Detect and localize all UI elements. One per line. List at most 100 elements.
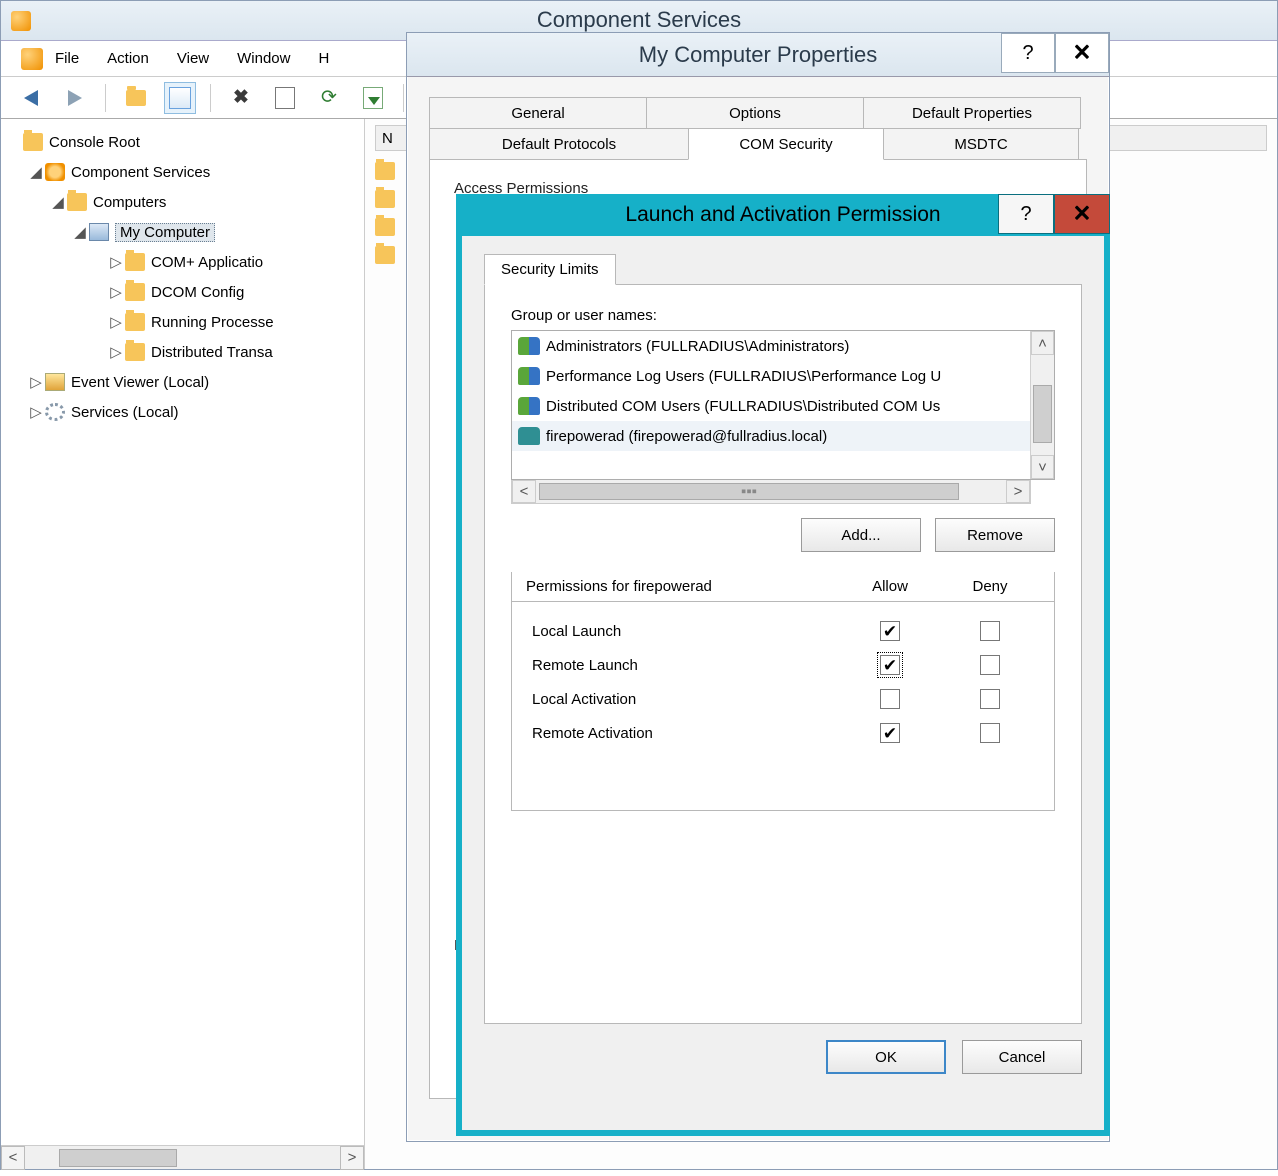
folder-icon — [125, 283, 145, 301]
group-icon — [518, 367, 540, 385]
permission-row: Remote Launch✔ — [526, 648, 1040, 682]
tree-node-services[interactable]: ▷Services (Local) — [7, 397, 358, 427]
scroll-right-button[interactable]: > — [1006, 480, 1030, 503]
scroll-up-button[interactable]: ˄ — [1031, 331, 1054, 355]
scroll-thumb[interactable] — [59, 1149, 177, 1167]
allow-column-header: Allow — [840, 578, 940, 595]
close-button[interactable]: 🗙 — [1055, 33, 1109, 73]
perm-titlebar[interactable]: Launch and Activation Permission ? 🗙 — [456, 194, 1110, 236]
toolbar-separator — [105, 84, 106, 112]
group-icon — [518, 397, 540, 415]
group-icon — [518, 337, 540, 355]
permission-name: Remote Activation — [526, 725, 840, 742]
deny-checkbox[interactable] — [980, 689, 1000, 709]
folder-icon — [125, 253, 145, 271]
deny-checkbox[interactable] — [980, 723, 1000, 743]
folder-icon — [67, 193, 87, 211]
app-icon-small — [21, 48, 43, 70]
allow-checkbox[interactable]: ✔ — [880, 621, 900, 641]
list-item-performance-log-users[interactable]: Performance Log Users (FULLRADIUS\Perfor… — [512, 361, 1030, 391]
tab-default-properties[interactable]: Default Properties — [863, 97, 1081, 129]
component-services-icon — [45, 163, 65, 181]
user-icon — [518, 427, 540, 445]
menu-file[interactable]: File — [55, 50, 79, 67]
ok-button[interactable]: OK — [826, 1040, 946, 1074]
props-titlebar[interactable]: My Computer Properties ? 🗙 — [407, 33, 1109, 77]
tree-node-dcom-config[interactable]: ▷DCOM Config — [7, 277, 358, 307]
tree-node-distributed-transactions[interactable]: ▷Distributed Transa — [7, 337, 358, 367]
toolbar-separator — [210, 84, 211, 112]
scroll-left-button[interactable]: < — [512, 480, 536, 503]
add-button[interactable]: Add... — [801, 518, 921, 552]
allow-checkbox[interactable]: ✔ — [880, 655, 900, 675]
gear-icon — [45, 403, 65, 421]
delete-button[interactable] — [225, 82, 257, 114]
tree-view-button[interactable] — [164, 82, 196, 114]
tab-security-limits[interactable]: Security Limits — [484, 254, 616, 285]
computer-icon — [89, 223, 109, 241]
toolbar-separator — [403, 84, 404, 112]
menu-help[interactable]: H — [318, 50, 329, 67]
scroll-right-button[interactable]: > — [340, 1146, 364, 1170]
allow-checkbox[interactable]: ✔ — [880, 723, 900, 743]
menu-window[interactable]: Window — [237, 50, 290, 67]
deny-checkbox[interactable] — [980, 621, 1000, 641]
folder-icon — [375, 190, 395, 208]
tab-options[interactable]: Options — [646, 97, 864, 129]
list-item-distributed-com-users[interactable]: Distributed COM Users (FULLRADIUS\Distri… — [512, 391, 1030, 421]
tree-node-console-root[interactable]: Console Root — [7, 127, 358, 157]
scroll-thumb[interactable]: ▪▪▪ — [539, 483, 959, 500]
scroll-left-button[interactable]: < — [1, 1146, 25, 1170]
export-button[interactable] — [357, 82, 389, 114]
permission-name: Local Activation — [526, 691, 840, 708]
allow-checkbox[interactable] — [880, 689, 900, 709]
tab-msdtc[interactable]: MSDTC — [883, 128, 1079, 160]
list-horizontal-scrollbar[interactable]: < ▪▪▪ > — [511, 480, 1031, 504]
folder-up-icon — [126, 90, 146, 106]
menu-view[interactable]: View — [177, 50, 209, 67]
up-folder-button[interactable] — [120, 82, 152, 114]
scroll-thumb[interactable] — [1033, 385, 1052, 443]
tree-pane[interactable]: Console Root ◢Component Services ◢Comput… — [1, 119, 365, 1169]
refresh-button[interactable] — [313, 82, 345, 114]
group-user-names-label: Group or user names: — [511, 307, 1055, 324]
tree-node-event-viewer[interactable]: ▷Event Viewer (Local) — [7, 367, 358, 397]
props-title: My Computer Properties — [639, 42, 877, 68]
folder-icon — [375, 246, 395, 264]
cancel-button[interactable]: Cancel — [962, 1040, 1082, 1074]
app-icon — [11, 11, 31, 31]
tree-node-component-services[interactable]: ◢Component Services — [7, 157, 358, 187]
folder-icon — [375, 162, 395, 180]
permission-row: Local Activation — [526, 682, 1040, 716]
close-button[interactable]: 🗙 — [1054, 194, 1110, 234]
tree-node-computers[interactable]: ◢Computers — [7, 187, 358, 217]
list-item-administrators[interactable]: Administrators (FULLRADIUS\Administrator… — [512, 331, 1030, 361]
menu-action[interactable]: Action — [107, 50, 149, 67]
scroll-down-button[interactable]: ˅ — [1031, 455, 1054, 479]
back-button[interactable] — [15, 82, 47, 114]
permissions-table: Permissions for firepowerad Allow Deny L… — [511, 572, 1055, 811]
properties-button[interactable] — [269, 82, 301, 114]
deny-checkbox[interactable] — [980, 655, 1000, 675]
forward-button[interactable] — [59, 82, 91, 114]
tree-node-com-applications[interactable]: ▷COM+ Applicatio — [7, 247, 358, 277]
tab-default-protocols[interactable]: Default Protocols — [429, 128, 689, 160]
tab-general[interactable]: General — [429, 97, 647, 129]
export-icon — [363, 87, 383, 109]
security-limits-page: Group or user names: Administrators (FUL… — [484, 284, 1082, 1024]
deny-column-header: Deny — [940, 578, 1040, 595]
permissions-for-label: Permissions for firepowerad — [526, 578, 840, 595]
tab-com-security[interactable]: COM Security — [688, 128, 884, 160]
permission-name: Local Launch — [526, 623, 840, 640]
tree-node-running-processes[interactable]: ▷Running Processe — [7, 307, 358, 337]
group-user-names-list[interactable]: Administrators (FULLRADIUS\Administrator… — [511, 330, 1055, 480]
list-vertical-scrollbar[interactable]: ˄ ˅ — [1030, 331, 1054, 479]
help-button[interactable]: ? — [998, 194, 1054, 234]
tree-node-my-computer[interactable]: ◢My Computer — [7, 217, 358, 247]
permission-row: Local Launch ✔ — [526, 614, 1040, 648]
launch-activation-permission-dialog: Launch and Activation Permission ? 🗙 Sec… — [456, 194, 1110, 1136]
help-button[interactable]: ? — [1001, 33, 1055, 73]
tree-horizontal-scrollbar[interactable]: < > — [1, 1145, 364, 1169]
list-item-firepowerad[interactable]: firepowerad (firepowerad@fullradius.loca… — [512, 421, 1030, 451]
remove-button[interactable]: Remove — [935, 518, 1055, 552]
